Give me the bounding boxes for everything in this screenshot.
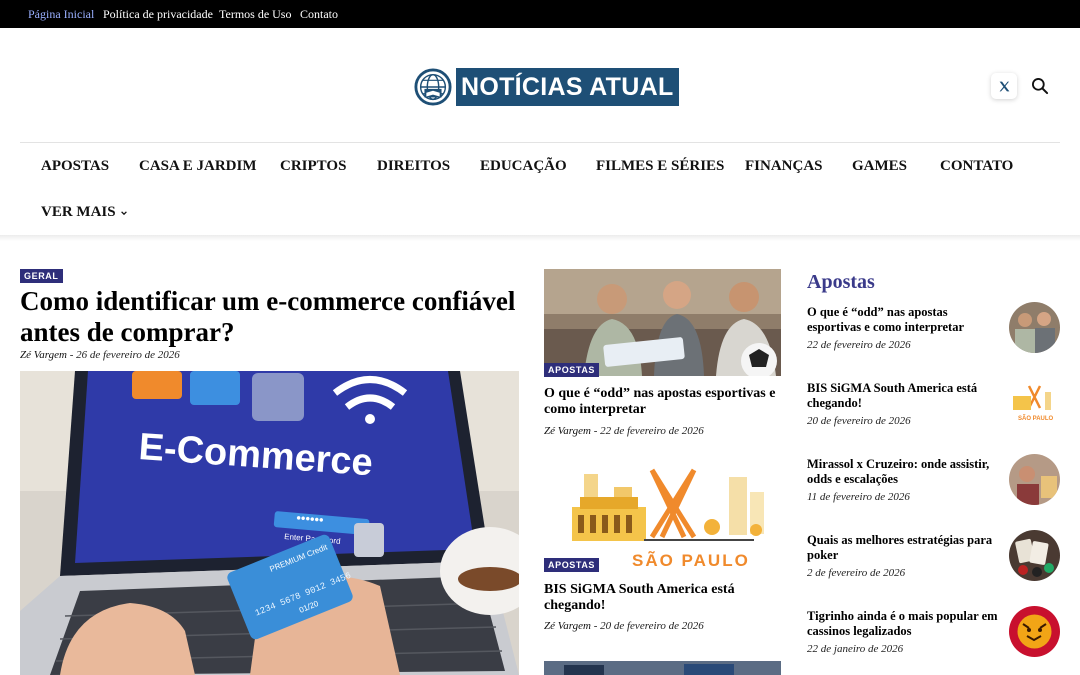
sidebar-item-3-date: 11 de fevereiro de 2026 xyxy=(807,491,910,503)
sidebar-thumb-football xyxy=(1009,454,1060,505)
nav-item-criptos[interactable]: CRIPTOS xyxy=(280,158,346,175)
middle-article-1-category-badge[interactable]: APOSTAS xyxy=(544,363,600,377)
sidebar-item-1-title[interactable]: O que é “odd” nas apostas esportivas e c… xyxy=(807,305,1003,335)
nav-item-filmes-e-series[interactable]: FILMES E SÉRIES xyxy=(596,158,724,175)
middle-article-1-meta: Zé Vargem - 22 de fevereiro de 2026 xyxy=(544,425,704,437)
middle-article-2-date: - 20 de fevereiro de 2026 xyxy=(590,620,704,632)
sidebar-item-5-date: 22 de janeiro de 2026 xyxy=(807,643,904,655)
hero-password-dots: •••••• xyxy=(296,510,325,527)
chevron-down-icon xyxy=(120,210,127,215)
sidebar-item-5-title[interactable]: Tigrinho ainda é o mais popular em cassi… xyxy=(807,609,1003,639)
featured-article-meta: Zé Vargem - 26 de fevereiro de 2026 xyxy=(20,349,180,361)
middle-article-2-category-badge[interactable]: APOSTAS xyxy=(544,558,600,572)
nav-item-apostas[interactable]: APOSTAS xyxy=(41,158,109,175)
search-icon[interactable] xyxy=(1030,76,1050,96)
x-twitter-icon xyxy=(999,81,1009,91)
header-divider xyxy=(20,142,1060,143)
sao-paulo-illustration: SÃO PAULO xyxy=(544,462,781,572)
sidebar-item-2-title[interactable]: BIS SiGMA South America está chegando! xyxy=(807,381,1003,411)
sidebar-item-5-thumb[interactable] xyxy=(1009,606,1060,657)
middle-article-1-title[interactable]: O que é “odd” nas apostas esportivas e c… xyxy=(544,386,784,418)
article-3-image-partial xyxy=(544,661,781,675)
topbar-link-privacy[interactable]: Política de privacidade xyxy=(103,7,213,22)
sidebar-item-1-thumb[interactable] xyxy=(1009,302,1060,353)
sidebar-item-2-thumb[interactable]: SÃO PAULO xyxy=(1009,378,1060,429)
middle-article-1-author[interactable]: Zé Vargem xyxy=(544,425,591,437)
nav-item-casa-e-jardim[interactable]: CASA E JARDIM xyxy=(139,158,257,175)
x-twitter-button[interactable] xyxy=(991,73,1017,99)
middle-article-3-image[interactable] xyxy=(544,661,781,675)
friends-watching-illustration xyxy=(544,269,781,376)
sidebar-thumb-poker xyxy=(1009,530,1060,581)
featured-article-date: - 26 de fevereiro de 2026 xyxy=(66,349,180,361)
middle-article-1-image[interactable] xyxy=(544,269,781,376)
nav-more-label: VER MAIS xyxy=(41,204,116,220)
topbar-link-contact[interactable]: Contato xyxy=(300,7,338,22)
sidebar-item-4-title[interactable]: Quais as melhores estratégias para poker xyxy=(807,533,1003,563)
sidebar-heading[interactable]: Apostas xyxy=(807,271,875,294)
sidebar-item-4-thumb[interactable] xyxy=(1009,530,1060,581)
top-bar: Página Inicial Política de privacidade T… xyxy=(0,0,1080,28)
sidebar-thumb-tiger xyxy=(1009,606,1060,657)
nav-item-direitos[interactable]: DIREITOS xyxy=(377,158,450,175)
featured-article-title[interactable]: Como identificar um e-commerce confiável… xyxy=(20,286,525,348)
nav-item-financas[interactable]: FINANÇAS xyxy=(745,158,823,175)
sidebar-thumb-friends xyxy=(1009,302,1060,353)
middle-article-1-date: - 22 de fevereiro de 2026 xyxy=(590,425,704,437)
topbar-link-terms[interactable]: Termos de Uso xyxy=(219,7,291,22)
site-logo[interactable]: NOTÍCIAS ATUAL xyxy=(414,67,679,107)
sidebar-item-2-date: 20 de fevereiro de 2026 xyxy=(807,415,911,427)
nav-item-games[interactable]: GAMES xyxy=(852,158,907,175)
middle-article-2-meta: Zé Vargem - 20 de fevereiro de 2026 xyxy=(544,620,704,632)
logo-text: NOTÍCIAS ATUAL xyxy=(456,68,679,106)
nav-item-educacao[interactable]: EDUCAÇÃO xyxy=(480,158,567,175)
nav-item-ver-mais[interactable]: VER MAIS xyxy=(41,204,128,221)
sidebar-item-3-thumb[interactable] xyxy=(1009,454,1060,505)
featured-article-image[interactable]: E-Commerce •••••• Enter Password 1234 56… xyxy=(20,371,519,675)
globe-logo-icon xyxy=(414,68,452,106)
nav-shadow xyxy=(0,235,1080,241)
sidebar-thumb-sao-paulo-text: SÃO PAULO xyxy=(1018,415,1054,422)
sidebar-item-3-title[interactable]: Mirassol x Cruzeiro: onde assistir, odds… xyxy=(807,457,1003,487)
topbar-link-home[interactable]: Página Inicial xyxy=(28,7,94,22)
featured-article-author[interactable]: Zé Vargem xyxy=(20,349,67,361)
ecommerce-illustration: E-Commerce •••••• Enter Password 1234 56… xyxy=(20,371,519,675)
sao-paulo-image-text: SÃO PAULO xyxy=(632,550,750,570)
sidebar-thumb-sao-paulo: SÃO PAULO xyxy=(1009,378,1060,429)
middle-article-2-title[interactable]: BIS SiGMA South America está chegando! xyxy=(544,582,784,614)
sidebar-item-4-date: 2 de fevereiro de 2026 xyxy=(807,567,906,579)
middle-article-2-author[interactable]: Zé Vargem xyxy=(544,620,591,632)
nav-item-contato[interactable]: CONTATO xyxy=(940,158,1013,175)
featured-category-badge[interactable]: GERAL xyxy=(20,269,63,283)
middle-article-2-image[interactable]: SÃO PAULO xyxy=(544,462,781,572)
sidebar-item-1-date: 22 de fevereiro de 2026 xyxy=(807,339,911,351)
